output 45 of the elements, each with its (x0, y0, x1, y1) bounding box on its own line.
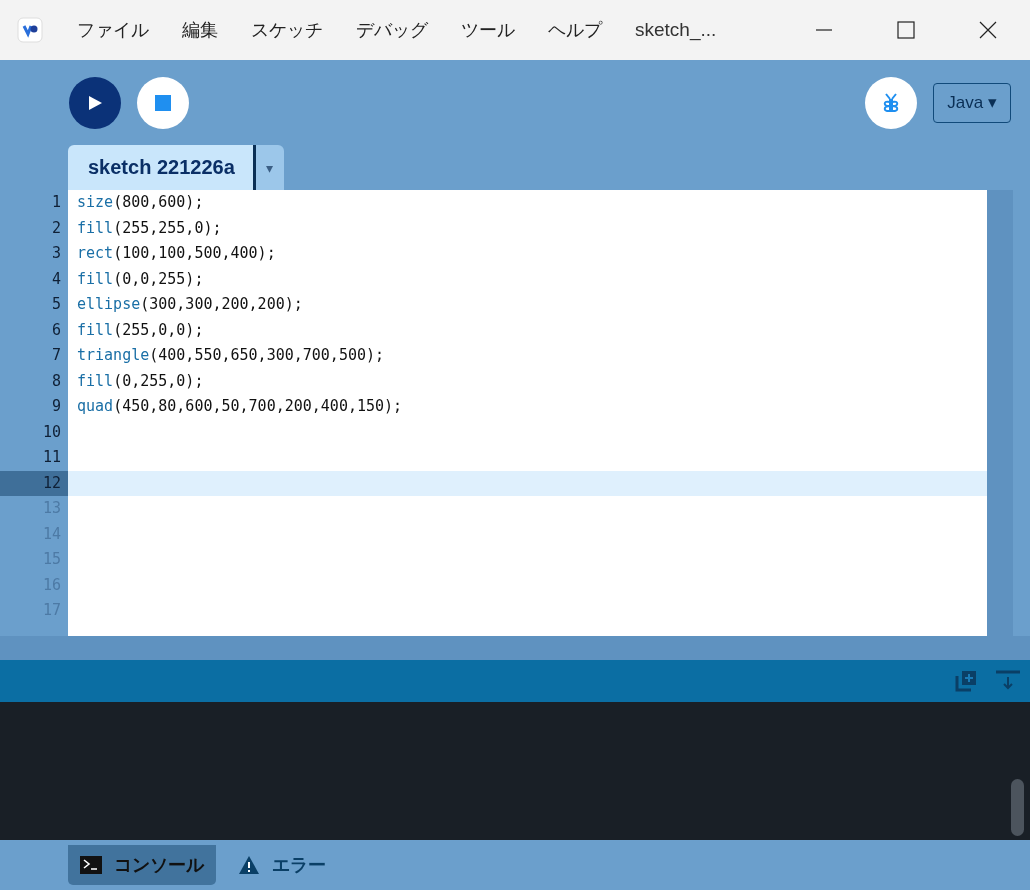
code-line: quad(450,80,600,50,700,200,400,150); (77, 397, 403, 415)
app-logo-icon (17, 17, 43, 43)
code-line: fill(255,255,0); (77, 218, 222, 237)
copy-add-icon[interactable] (954, 669, 978, 693)
menu-item[interactable]: ファイル (77, 18, 149, 42)
code-line: triangle(400,550,650,300,700,500); (77, 346, 385, 364)
menu-item[interactable]: ヘルプ (548, 18, 602, 42)
run-button[interactable] (69, 76, 121, 129)
line-number: 1 (50, 192, 62, 213)
line-number: 2 (50, 217, 62, 239)
line-number: 9 (50, 396, 62, 417)
line-number: 12 (0, 470, 68, 496)
menu-item[interactable]: 編集 (182, 18, 218, 42)
menu-item[interactable]: ツール (461, 18, 515, 42)
code-line: fill(255,0,0); (77, 320, 204, 339)
line-number: 5 (50, 294, 62, 315)
code-line: rect(100,100,500,400); (77, 244, 276, 262)
close-icon[interactable] (978, 20, 998, 40)
line-number: 10 (41, 421, 62, 443)
line-number: 8 (50, 370, 62, 392)
stop-button[interactable] (137, 76, 189, 129)
code-line: fill(0,255,0); (77, 371, 204, 390)
sketch-tab[interactable]: sketch 221226a (68, 145, 256, 190)
code-editor[interactable]: size(800,600); fill(255,255,0); rect(100,100,500,400); fill(0,0,255); ellipse(300,300,200,200); fill(255,0,0); triangle(400,550,650,300,700,500); fill(0,255,0); quad(450,80,600,50,700,200,400,150); (68, 190, 987, 636)
line-number: 7 (50, 345, 62, 366)
code-line: fill(0,0,255); (77, 269, 204, 288)
terminal-icon (80, 856, 102, 874)
tab-menu-button[interactable]: ▾ (255, 145, 284, 190)
window-title: sketch_... (635, 19, 717, 41)
line-number: 3 (50, 243, 62, 264)
warning-icon (238, 855, 260, 875)
menu-item[interactable]: スケッチ (251, 18, 323, 42)
footer-tab[interactable]: コンソール (68, 845, 216, 885)
footer-tab[interactable]: エラー (226, 845, 338, 885)
code-line: ellipse(300,300,200,200); (77, 295, 303, 313)
line-number: 6 (50, 319, 62, 341)
menu-item[interactable]: デバッグ (356, 18, 428, 42)
stop-icon (153, 92, 173, 113)
code-line: size(800,600); (77, 193, 204, 211)
line-number: 11 (41, 447, 62, 468)
line-number: 4 (50, 268, 62, 290)
maximize-icon[interactable] (896, 20, 916, 40)
mode-dropdown[interactable]: Java ▾ (933, 82, 1011, 123)
scrollbar-track[interactable] (987, 190, 1013, 636)
console-scrollbar-thumb[interactable] (1011, 779, 1024, 836)
